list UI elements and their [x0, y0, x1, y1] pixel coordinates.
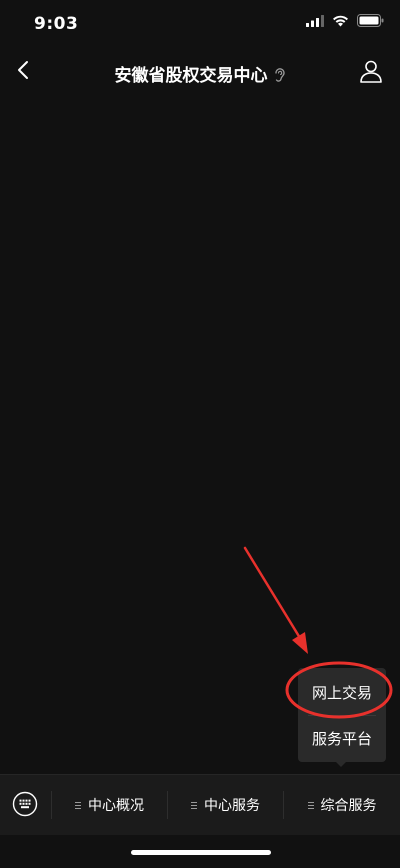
- ear-icon: [274, 68, 285, 82]
- page-title: 安徽省股权交易中心: [114, 66, 268, 86]
- navigation-bar: 安徽省股权交易中心: [0, 46, 400, 98]
- menu-lines-icon: [191, 801, 197, 809]
- bottom-tab-bar: 中心概况 中心服务 综合服务: [0, 774, 400, 835]
- wifi-icon: [333, 15, 348, 26]
- status-icons: [306, 14, 384, 27]
- submenu-popup: 网上交易 服务平台: [298, 668, 386, 762]
- home-indicator[interactable]: [131, 850, 271, 855]
- cellular-signal-icon: [306, 14, 324, 27]
- keyboard-icon[interactable]: [12, 791, 38, 817]
- status-bar: 9:03: [0, 0, 400, 46]
- tab-comprehensive-services[interactable]: 综合服务: [284, 775, 400, 835]
- menu-lines-icon: [307, 801, 314, 809]
- tab-center-overview[interactable]: 中心概况: [52, 775, 167, 835]
- menu-item-service-platform[interactable]: 服务平台: [298, 716, 386, 762]
- menu-lines-icon: [75, 801, 81, 809]
- tab-label: 中心服务: [204, 798, 260, 814]
- menu-item-online-trading[interactable]: 网上交易: [298, 670, 386, 716]
- status-time: 9:03: [34, 14, 79, 34]
- user-profile-icon[interactable]: [358, 58, 384, 84]
- tab-label: 综合服务: [320, 798, 377, 814]
- tab-center-services[interactable]: 中心服务: [168, 775, 283, 835]
- battery-icon: [357, 14, 384, 27]
- home-indicator-area: [0, 835, 400, 868]
- tab-label: 中心概况: [88, 798, 144, 814]
- submenu-caret: [334, 760, 348, 767]
- page-title-wrap: 安徽省股权交易中心: [0, 61, 400, 86]
